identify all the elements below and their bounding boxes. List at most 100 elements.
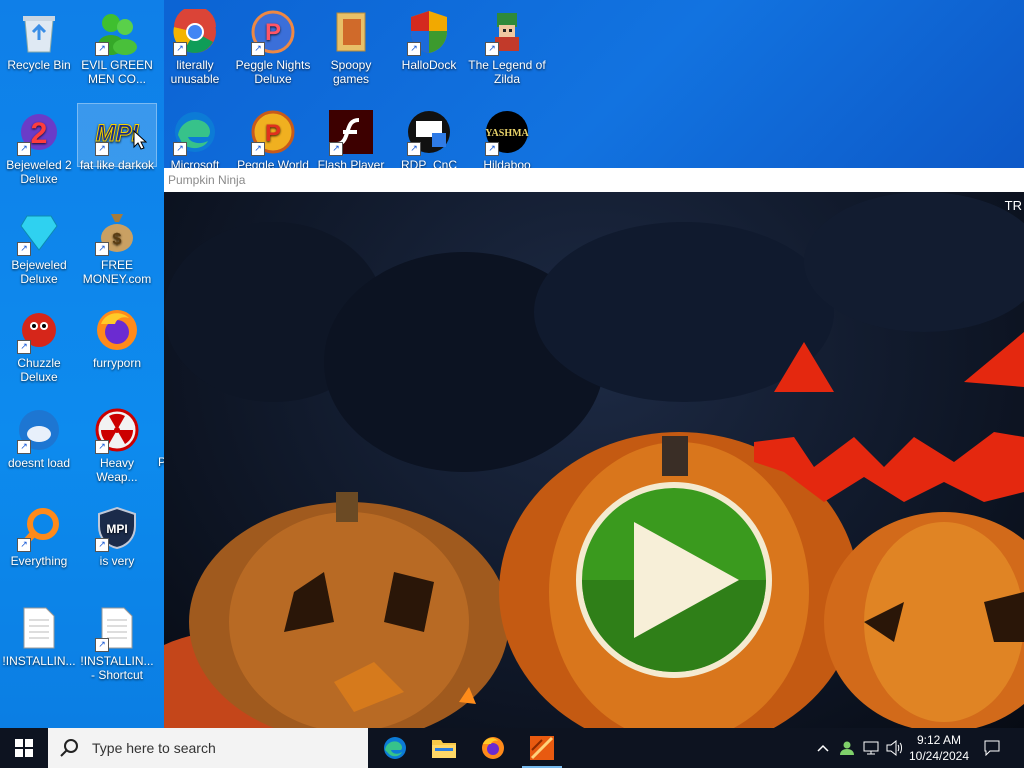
clock-time: 9:12 AM: [916, 733, 962, 747]
desktop-icon-rdp-cnc[interactable]: ↗ RDP_CnC: [390, 104, 468, 168]
tray-show-hidden-icons[interactable]: [812, 728, 834, 768]
green-men-icon: ↗: [93, 8, 141, 56]
desktop-icon-microsoft-edge[interactable]: ↗ Microsoft: [156, 104, 234, 168]
svg-text:2: 2: [31, 117, 48, 150]
edge-icon: ↗: [171, 108, 219, 156]
shortcut-arrow-icon: ↗: [95, 638, 109, 652]
desktop-icon-free-money[interactable]: $ ↗ FREE MONEY.com: [78, 204, 156, 286]
desktop-icon-installing[interactable]: !INSTALLIN...: [0, 600, 78, 668]
taskbar-edge[interactable]: [371, 728, 419, 768]
shortcut-arrow-icon: ↗: [173, 142, 187, 156]
shortcut-arrow-icon: ↗: [407, 142, 421, 156]
icon-label: fat like darkok: [79, 158, 155, 172]
tray-people[interactable]: [836, 728, 858, 768]
desktop-icon-evil-green-men[interactable]: ↗ EVIL GREEN MEN CO...: [78, 4, 156, 86]
desktop-icon-literally-unusable[interactable]: ↗ literally unusable: [156, 4, 234, 86]
desktop-icon-bejeweled-2[interactable]: 2 ↗ Bejeweled 2 Deluxe: [0, 104, 78, 186]
shortcut-arrow-icon: ↗: [173, 42, 187, 56]
desktop-icon-peggle-world[interactable]: P ↗ Peggle World: [234, 104, 312, 168]
folder-icon: [327, 8, 375, 56]
mouse-cursor-icon: [133, 130, 147, 150]
corner-text: TR: [1004, 198, 1022, 213]
icon-label: Peggle World: [237, 158, 309, 168]
taskbar-firefox[interactable]: [469, 728, 517, 768]
peggle-nights-icon: P ↗: [249, 8, 297, 56]
svg-text:P: P: [265, 120, 281, 147]
desktop-icon-recycle-bin[interactable]: Recycle Bin: [0, 4, 78, 72]
game-canvas[interactable]: TR: [164, 192, 1024, 728]
icon-label: Bejeweled 2 Deluxe: [6, 158, 72, 186]
folder-icon: [432, 740, 456, 758]
tray-network[interactable]: [860, 728, 882, 768]
desktop-icon-heavy-weapon[interactable]: ↗ Heavy Weap...: [78, 402, 156, 484]
desktop-icon-flash-player[interactable]: ↗ Flash Player: [312, 104, 390, 168]
chevron-up-icon: [817, 744, 829, 752]
flash-icon: ↗: [327, 108, 375, 156]
shortcut-arrow-icon: ↗: [485, 142, 499, 156]
icon-label: Everything: [10, 554, 68, 568]
rdp-icon: ↗: [405, 108, 453, 156]
taskbar-search-box[interactable]: Type here to search: [48, 728, 368, 768]
icon-label: !INSTALLIN... - Shortcut: [80, 654, 154, 682]
desktop-icon-peggle-nights[interactable]: P ↗ Peggle Nights Deluxe: [234, 4, 312, 86]
taskbar-pumpkin-ninja[interactable]: [518, 728, 566, 768]
chrome-icon: ↗: [171, 8, 219, 56]
start-button[interactable]: [0, 728, 48, 768]
desktop-icon-hallodock[interactable]: ↗ HalloDock: [390, 4, 468, 72]
game-window[interactable]: Pumpkin Ninja TR: [164, 168, 1024, 728]
text-file-icon: ↗: [93, 604, 141, 652]
desktop-icon-spoopy-games[interactable]: Spoopy games: [312, 4, 390, 86]
taskbar-file-explorer[interactable]: [420, 728, 468, 768]
tray-notifications[interactable]: [980, 728, 1004, 768]
icon-label: Heavy Weap...: [96, 456, 138, 484]
radiation-icon: ↗: [93, 406, 141, 454]
shortcut-arrow-icon: ↗: [95, 142, 109, 156]
speaker-icon: [886, 740, 902, 756]
icon-label: RDP_CnC: [400, 158, 457, 168]
shield-icon: ↗: [405, 8, 453, 56]
icon-label: furryporn: [92, 356, 142, 370]
shortcut-arrow-icon: ↗: [17, 538, 31, 552]
money-bag-icon: $ ↗: [93, 208, 141, 256]
icon-label: Microsoft: [170, 158, 220, 168]
gem-icon: ↗: [15, 208, 63, 256]
peggle-world-icon: P ↗: [249, 108, 297, 156]
icon-label: Bejeweled Deluxe: [11, 258, 67, 286]
taskbar-clock[interactable]: 9:12 AM 10/24/2024: [906, 728, 972, 768]
shortcut-arrow-icon: ↗: [95, 42, 109, 56]
shortcut-arrow-icon: ↗: [485, 42, 499, 56]
tray-volume[interactable]: [884, 728, 906, 768]
windows-logo-icon: [15, 739, 33, 757]
icon-label: Chuzzle Deluxe: [17, 356, 61, 384]
svg-text:YASHMA: YASHMA: [485, 128, 529, 139]
shortcut-arrow-icon: ↗: [17, 142, 31, 156]
desktop-icon-bejeweled-deluxe[interactable]: ↗ Bejeweled Deluxe: [0, 204, 78, 286]
desktop-icon-hildaboo[interactable]: YASHMA ↗ Hildaboo: [468, 104, 546, 168]
zilda-character-icon: ↗: [483, 8, 531, 56]
icon-label: is very: [99, 554, 135, 568]
desktop-icon-is-very[interactable]: MPI ↗ is very: [78, 500, 156, 568]
icon-label: Spoopy games: [330, 58, 372, 86]
chuzzle-icon: ↗: [15, 306, 63, 354]
desktop-icon-doesnt-load[interactable]: ↗ doesnt load: [0, 402, 78, 470]
icon-label: Hildaboo: [483, 158, 531, 168]
pumpkin-ninja-app-icon: [530, 736, 554, 760]
desktop-icon-legend-of-zilda[interactable]: ↗ The Legend of Zilda: [468, 4, 546, 86]
notification-icon: [984, 740, 1000, 756]
shortcut-arrow-icon: ↗: [251, 142, 265, 156]
shortcut-arrow-icon: ↗: [95, 538, 109, 552]
shortcut-arrow-icon: ↗: [17, 340, 31, 354]
mpi-shield-icon: MPI ↗: [93, 504, 141, 552]
bejeweled-2-icon: 2 ↗: [15, 108, 63, 156]
svg-text:P: P: [265, 19, 281, 46]
firefox-icon: [93, 306, 141, 354]
shortcut-arrow-icon: ↗: [95, 440, 109, 454]
search-icon: [60, 739, 78, 757]
thunderbird-icon: ↗: [15, 406, 63, 454]
icon-label: literally unusable: [170, 58, 220, 86]
desktop-icon-installing-shortcut[interactable]: ↗ !INSTALLIN... - Shortcut: [78, 600, 156, 682]
desktop-icon-chuzzle-deluxe[interactable]: ↗ Chuzzle Deluxe: [0, 302, 78, 384]
desktop-icon-everything[interactable]: ↗ Everything: [0, 500, 78, 568]
desktop-icon-furryporn[interactable]: furryporn: [78, 302, 156, 370]
taskbar: Type here to search 9:12 AM 10/24/2024: [0, 728, 1024, 768]
